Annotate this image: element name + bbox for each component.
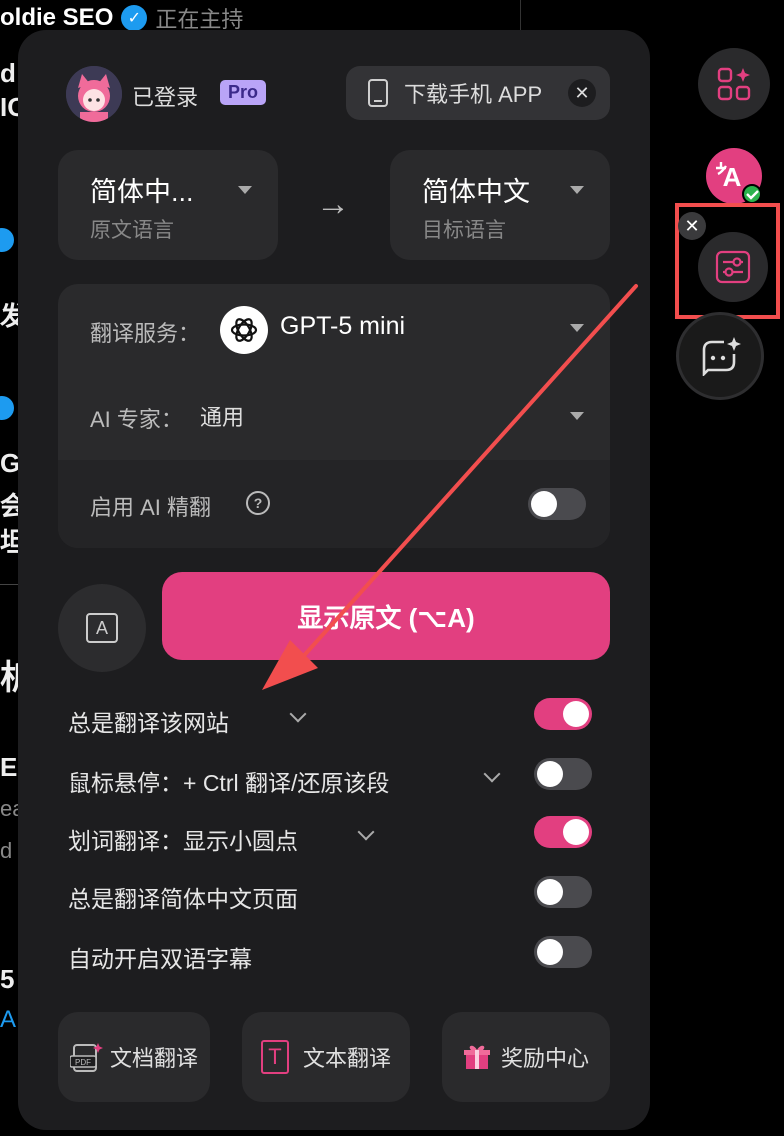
background-text-fragment: d	[0, 58, 16, 88]
background-text-fragment: E	[0, 752, 18, 782]
ai-assistant-button[interactable]	[676, 312, 764, 400]
ai-refine-label: 启用 AI 精翻	[90, 495, 212, 520]
ai-expert-label: AI 专家：	[90, 407, 183, 432]
pdf-icon: PDF	[69, 1041, 104, 1073]
always-translate-site-toggle[interactable]	[534, 698, 592, 730]
background-text-fragment: Ge	[0, 448, 18, 478]
gift-icon	[463, 1043, 491, 1071]
background-link-fragment[interactable]: A	[0, 1006, 18, 1034]
caret-down-icon	[238, 186, 252, 194]
text-translate-label: 文本翻译	[302, 1046, 391, 1071]
caret-down-icon[interactable]	[570, 324, 584, 332]
verified-badge-icon	[0, 396, 14, 420]
download-app-label: 下载手机 APP	[404, 82, 543, 107]
chevron-down-icon[interactable]	[483, 765, 501, 783]
verified-badge-icon: ✓	[121, 5, 148, 31]
caret-down-icon[interactable]	[570, 412, 584, 420]
rewards-center-label: 奖励中心	[500, 1046, 589, 1071]
background-text-fragment: d	[0, 838, 13, 863]
text-icon: T	[260, 1040, 289, 1074]
translate-logo-icon: A	[706, 148, 762, 204]
translate-popup-panel: 已登录 Pro 下载手机 APP ✕ 简体中... 原文语言 → 简体中文 目标…	[18, 30, 650, 1130]
ai-refine-toggle[interactable]	[528, 488, 586, 520]
option-label: 划词翻译：显示小圆点	[68, 828, 298, 854]
popup-header: 已登录 Pro 下载手机 APP ✕	[66, 66, 610, 122]
background-text-fragment: 会是	[0, 491, 18, 521]
help-icon[interactable]: ?	[246, 491, 270, 515]
option-label: 自动开启双语字幕	[68, 946, 252, 972]
background-separator	[0, 584, 18, 585]
document-translate-button[interactable]: PDF 文档翻译	[58, 1012, 210, 1102]
toggle-knob	[531, 491, 557, 517]
option-label: 总是翻译简体中文页面	[68, 886, 298, 912]
language-arrow-icon: →	[316, 185, 350, 223]
rewards-center-button[interactable]: 奖励中心	[442, 1012, 610, 1102]
source-language-select[interactable]: 简体中... 原文语言	[58, 150, 278, 260]
pro-badge: Pro	[220, 80, 267, 105]
option-label: 总是翻译该网站	[68, 710, 229, 736]
text-translate-button[interactable]: T 文本翻译	[242, 1012, 410, 1102]
close-icon[interactable]: ✕	[568, 79, 596, 107]
source-language-value: 简体中...	[90, 177, 194, 207]
ai-chat-icon	[702, 337, 741, 376]
target-language-value: 简体中文	[422, 177, 530, 207]
verified-badge-icon	[0, 228, 14, 252]
toggle-knob	[537, 939, 563, 965]
source-language-label: 原文语言	[90, 219, 174, 242]
background-user-name[interactable]: oldie SEO	[0, 4, 113, 32]
bilingual-subtitles-toggle[interactable]	[534, 936, 592, 968]
service-label: 翻译服务：	[90, 321, 201, 346]
background-text-fragment: 5	[0, 964, 15, 994]
toggle-knob	[537, 879, 563, 905]
toggle-knob	[563, 819, 589, 845]
background-text-fragment: 析	[0, 659, 18, 697]
login-status: 已登录	[132, 85, 199, 110]
close-icon[interactable]: ✕	[678, 212, 706, 240]
user-avatar[interactable]	[66, 66, 122, 122]
apps-grid-icon	[717, 67, 751, 101]
selection-translate-toggle[interactable]	[534, 816, 592, 848]
toggle-knob	[563, 701, 589, 727]
background-text-fragment: 坦扌	[0, 527, 18, 557]
toggle-knob	[537, 761, 563, 787]
document-translate-label: 文档翻译	[109, 1046, 198, 1071]
target-language-label: 目标语言	[422, 219, 506, 242]
hover-translate-toggle[interactable]	[534, 758, 592, 790]
phone-icon	[368, 79, 388, 107]
background-text-fragment: ea	[0, 796, 18, 821]
show-original-button[interactable]: 显示原文 (⌥A)	[162, 572, 610, 660]
service-card: 翻译服务： GPT-5 mini AI 专家： 通用 启用 AI 精翻 ?	[58, 284, 610, 548]
apps-grid-button[interactable]	[698, 48, 770, 120]
background-text-fragment: 发	[0, 301, 18, 331]
font-style-button[interactable]: A	[58, 584, 146, 672]
download-app-button[interactable]: 下载手机 APP ✕	[346, 66, 610, 120]
font-icon: A	[86, 613, 118, 643]
openai-icon	[220, 306, 268, 354]
chevron-down-icon[interactable]	[357, 823, 375, 841]
caret-down-icon	[570, 186, 584, 194]
svg-text:PDF: PDF	[75, 1058, 91, 1067]
translate-toggle-button[interactable]: A	[698, 140, 770, 212]
chevron-down-icon[interactable]	[289, 705, 307, 723]
target-language-select[interactable]: 简体中文 目标语言	[390, 150, 610, 260]
option-label: 鼠标悬停：+ Ctrl 翻译/还原该段	[68, 770, 390, 796]
ai-expert-value[interactable]: 通用	[200, 400, 244, 432]
background-text-fragment: IC	[0, 92, 18, 122]
translate-chinese-page-toggle[interactable]	[534, 876, 592, 908]
service-select-value[interactable]: GPT-5 mini	[280, 312, 405, 341]
